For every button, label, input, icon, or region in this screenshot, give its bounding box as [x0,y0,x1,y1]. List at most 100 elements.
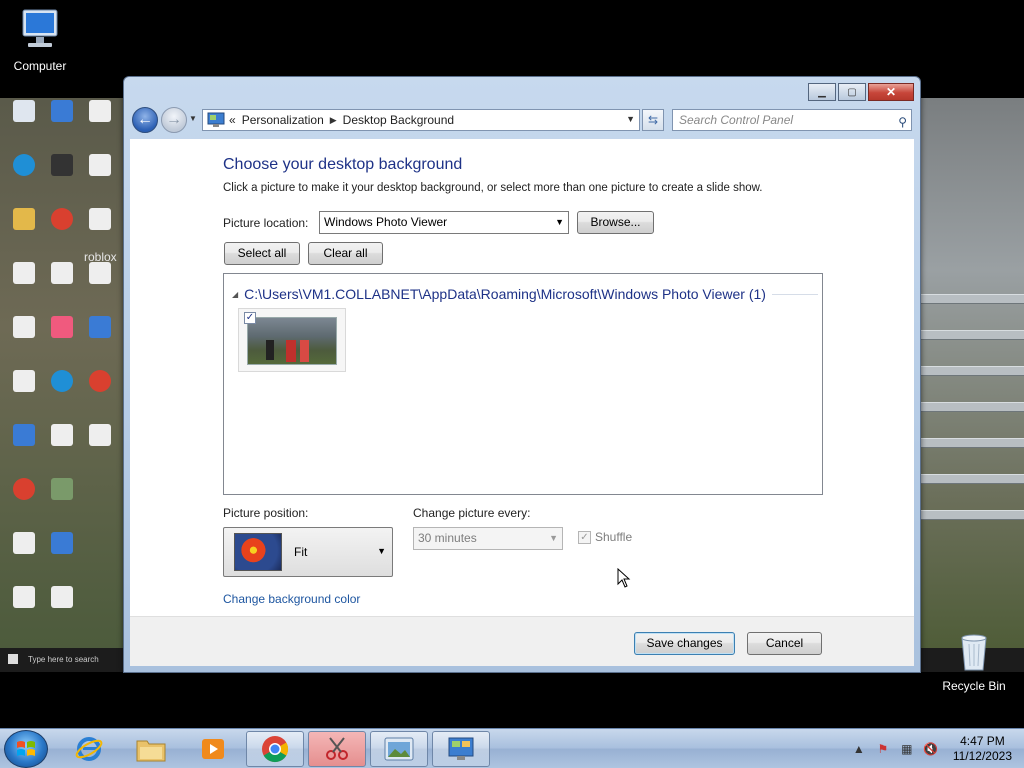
clock-date: 11/12/2023 [952,749,1012,763]
bg-fence-rail [920,330,1024,340]
desktop-background-window: ▁ ▢ ✕ ← → ▼ « Personalization ▶ Desktop … [123,76,921,673]
bg-desktop-icon [38,532,86,555]
clear-all-button[interactable]: Clear all [308,242,383,265]
save-changes-button[interactable]: Save changes [634,632,735,655]
forward-arrow-icon: → [166,111,182,128]
folder-group-header[interactable]: ◢ C:\Users\VM1.COLLABNET\AppData\Roaming… [232,284,818,304]
group-divider [771,293,818,295]
thumbnail-checkbox[interactable]: ✓ [244,312,256,324]
start-button[interactable] [4,730,48,768]
picture-window-icon [384,737,414,761]
action-center-flag-icon[interactable]: ⚑ [875,741,891,757]
back-button[interactable]: ← [132,107,158,133]
bg-fence-rail [920,510,1024,520]
picture-list: ◢ C:\Users\VM1.COLLABNET\AppData\Roaming… [223,273,823,495]
folder-path: C:\Users\VM1.COLLABNET\AppData\Roaming\M… [244,286,766,302]
checkmark-icon: ✓ [245,312,255,323]
notification-area: ▲ ⚑ ▦ 🔇 4:47 PM 11/12/2023 [843,729,1012,768]
browse-button[interactable]: Browse... [577,211,654,234]
checkbox-box: ✓ [578,530,591,544]
bg-desktop-icon [76,316,124,339]
system-clock[interactable]: 4:47 PM 11/12/2023 [953,734,1012,764]
navigation-bar: ← → ▼ « Personalization ▶ Desktop Backgr… [130,107,914,135]
bg-fence-rail [920,294,1024,304]
taskbar-internet-explorer[interactable] [60,731,118,767]
breadcrumb-separator-icon[interactable]: ▶ [330,115,337,126]
taskbar-file-explorer[interactable] [122,731,180,767]
bg-desktop-icon [76,154,124,177]
mouse-pointer-icon [617,568,631,588]
thumbnail-figure [266,340,274,360]
network-icon[interactable]: ▦ [899,741,915,757]
bg-desktop-icon [76,208,124,231]
search-control-panel-input[interactable]: Search Control Panel ⚲ [672,109,912,131]
minimize-button[interactable]: ▁ [808,83,836,101]
bg-desktop-icon [38,586,86,609]
show-hidden-icons-chevron-icon[interactable]: ▲ [851,741,867,757]
recycle-bin-icon [961,634,987,671]
thumbnail-image [247,317,337,365]
chevron-down-icon: ▼ [377,546,386,556]
dialog-footer: Save changes Cancel [130,616,914,666]
bg-fence-rail [920,474,1024,484]
breadcrumb-desktop-background[interactable]: Desktop Background [343,113,454,127]
picture-location-label: Picture location: [223,216,309,230]
search-icon[interactable]: ⚲ [898,112,907,132]
taskbar-chrome[interactable] [246,731,304,767]
taskbar-control-panel[interactable] [432,731,490,767]
background-right-panel [920,98,1024,672]
shuffle-checkbox[interactable]: ✓ Shuffle [578,530,632,544]
page-description: Click a picture to make it your desktop … [223,182,763,194]
collapse-triangle-icon[interactable]: ◢ [232,290,238,299]
clock-time: 4:47 PM [960,734,1005,748]
refresh-button[interactable]: ⇆ [642,109,664,131]
cancel-button[interactable]: Cancel [747,632,822,655]
chevron-down-icon: ▼ [555,217,564,227]
refresh-icon: ⇆ [647,113,659,127]
recent-pages-button[interactable]: ▼ [189,114,199,126]
search-placeholder: Search Control Panel [679,113,794,127]
desktop-icon-label: Computer [13,59,67,73]
picture-location-dropdown[interactable]: Windows Photo Viewer ▼ [319,211,569,234]
close-icon: ✕ [885,85,897,99]
change-picture-every-value: 30 minutes [418,531,477,545]
maximize-icon: ▢ [847,86,857,98]
internet-explorer-icon [75,737,103,761]
select-all-button[interactable]: Select all [224,242,300,265]
control-panel-icon [207,112,225,127]
change-picture-every-dropdown[interactable]: 30 minutes ▼ [413,527,563,550]
maximize-button[interactable]: ▢ [838,83,866,101]
breadcrumb-personalization[interactable]: Personalization [242,113,324,127]
desktop-icon-label: Recycle Bin [942,679,1006,693]
forward-button[interactable]: → [161,107,187,133]
bg-taskbar: Type here to search [0,648,124,672]
desktop-icon-recycle-bin[interactable]: Recycle Bin [938,632,1010,693]
change-background-color-link[interactable]: Change background color [223,592,360,606]
bg-fence-rail [920,366,1024,376]
minimize-icon: ▁ [818,86,826,98]
close-button[interactable]: ✕ [868,83,914,101]
taskbar-remote-session[interactable] [370,731,428,767]
bg-start-icon [8,654,18,664]
taskbar-media-player[interactable] [184,731,242,767]
scissors-icon [326,737,348,760]
bg-desktop-icon [76,424,124,447]
window-caption-buttons: ▁ ▢ ✕ [808,83,914,101]
chrome-icon [262,736,289,763]
picture-thumbnail[interactable]: ✓ [238,308,346,372]
picture-position-value: Fit [294,545,308,559]
volume-muted-icon[interactable]: 🔇 [923,741,939,757]
address-dropdown-icon[interactable]: ▼ [626,114,635,124]
desktop-icon-computer[interactable]: Computer [4,8,76,73]
control-panel-icon [448,737,474,760]
thumbnail-figure [300,340,309,362]
address-bar[interactable]: « Personalization ▶ Desktop Background ▼ [202,109,640,131]
taskbar-snipping-tool[interactable] [308,731,366,767]
change-picture-every-label: Change picture every: [413,506,531,520]
breadcrumb-overflow[interactable]: « [229,113,236,127]
picture-position-dropdown[interactable]: Fit ▼ [223,527,393,577]
picture-location-value: Windows Photo Viewer [324,215,448,229]
chevron-down-icon: ▼ [549,533,558,543]
folder-icon [136,740,166,762]
chevron-down-icon: ▼ [189,114,197,123]
